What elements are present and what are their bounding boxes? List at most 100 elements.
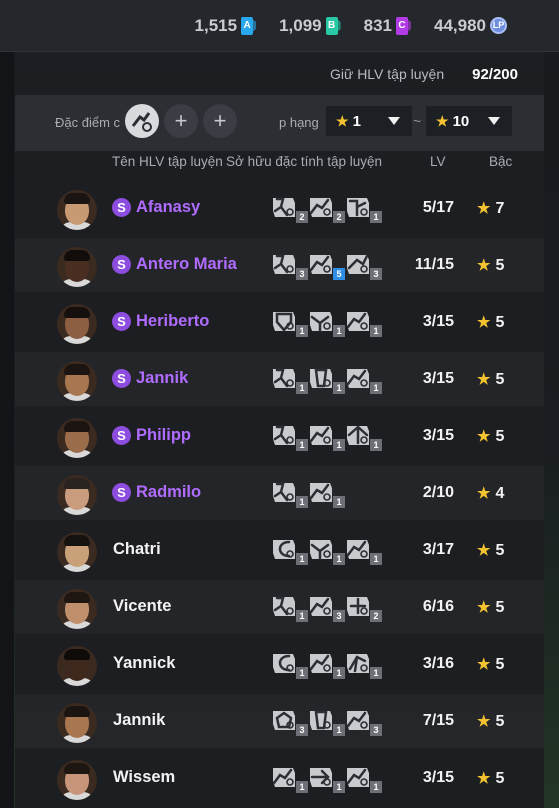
trait-level-badge: 1 [296, 439, 308, 451]
training-trait[interactable]: 1 [308, 478, 345, 508]
dribble-icon [309, 255, 332, 274]
avatar-hair [64, 592, 90, 603]
training-trait[interactable]: 1 [345, 193, 382, 223]
training-trait[interactable]: 3 [345, 250, 382, 280]
coach-traits: 11 [271, 478, 345, 508]
trait-level-badge: 1 [296, 553, 308, 565]
training-trait[interactable]: 1 [271, 364, 308, 394]
coach-grade-value: 5 [495, 713, 505, 730]
currency-b-icon: B [325, 16, 338, 35]
training-trait[interactable]: 1 [271, 478, 308, 508]
coach-traits: 2 2 1 [271, 193, 382, 223]
coach-traits: 3 1 3 [271, 706, 382, 736]
training-trait[interactable]: 3 [345, 706, 382, 736]
trait-level-badge: 1 [333, 325, 345, 337]
star-icon: ★ [477, 428, 491, 445]
star-icon: ★ [477, 542, 491, 559]
coach-avatar [57, 475, 97, 515]
training-trait[interactable]: 1 [308, 364, 345, 394]
kick-icon [273, 482, 295, 502]
coach-traits: 1 3 2 [271, 592, 382, 622]
coach-row[interactable]: Yannick 1 1 1 3/16 ★ 5 [15, 637, 544, 691]
rank-to-select[interactable]: ★ 10 [426, 106, 512, 136]
trait-level-badge: 2 [333, 211, 345, 223]
training-trait[interactable]: 1 [271, 535, 308, 565]
coach-row[interactable]: S Afanasy 2 2 1 5/17 ★ 7 [15, 181, 544, 235]
training-trait[interactable]: 5 [308, 250, 345, 280]
currency-c-icon: C [396, 16, 408, 35]
training-trait[interactable]: 2 [271, 193, 308, 223]
coach-avatar [57, 760, 97, 800]
dribble-icon [309, 654, 332, 673]
coach-row[interactable]: S Jannik 1 1 1 3/15 ★ 5 [15, 352, 544, 406]
coach-name: Philipp [136, 426, 191, 444]
plus-icon: + [213, 108, 227, 133]
header-icon [310, 312, 332, 333]
coach-row[interactable]: Vicente 1 3 2 6/16 ★ 5 [15, 580, 544, 634]
coach-name: Radmilo [136, 483, 202, 501]
dribble-icon [272, 768, 295, 787]
trait-filter-slot-selected[interactable] [125, 104, 159, 138]
training-trait[interactable]: 1 [308, 421, 345, 451]
training-trait[interactable]: 3 [271, 250, 308, 280]
trait-level-badge: 3 [296, 268, 308, 280]
training-trait[interactable]: 1 [345, 763, 382, 793]
coach-level: 3/16 [422, 655, 454, 672]
dribble-icon [309, 597, 332, 616]
trait-filter-label: Đặc điểm c [55, 115, 121, 130]
keeper-icon [347, 597, 369, 616]
trait-filter-add-button[interactable]: + [164, 104, 198, 138]
coach-grade-value: 4 [495, 485, 505, 502]
training-trait[interactable]: 1 [308, 307, 345, 337]
coach-name: Chatri [113, 540, 161, 558]
column-header-grade[interactable]: Bậc [489, 154, 512, 169]
training-trait[interactable]: 1 [308, 649, 345, 679]
training-trait[interactable]: 1 [271, 592, 308, 622]
coach-row[interactable]: Chatri 1 1 1 3/17 ★ 5 [15, 523, 544, 577]
training-trait[interactable]: 1 [271, 763, 308, 793]
column-header-lv[interactable]: LV [430, 154, 446, 169]
trait-level-badge: 1 [370, 211, 382, 223]
kick-icon [273, 425, 295, 445]
training-trait[interactable]: 1 [308, 535, 345, 565]
coach-row[interactable]: S Heriberto 1 1 1 3/15 ★ 5 [15, 295, 544, 349]
training-trait[interactable]: 1 [271, 307, 308, 337]
trait-filter-add-button[interactable]: + [203, 104, 237, 138]
training-trait[interactable]: 1 [308, 763, 345, 793]
coach-row[interactable]: Wissem 1 1 1 3/15 ★ 5 [15, 751, 544, 805]
coach-row[interactable]: S Philipp 1 1 1 3/15 ★ 5 [15, 409, 544, 463]
training-trait[interactable]: 1 [345, 535, 382, 565]
training-trait[interactable]: 1 [271, 649, 308, 679]
training-trait[interactable]: 3 [271, 706, 308, 736]
coach-name: Jannik [113, 711, 166, 729]
trait-level-badge: 5 [333, 268, 345, 280]
column-header-name[interactable]: Tên HLV tập luyện [112, 154, 223, 169]
coach-traits: 3 5 3 [271, 250, 382, 280]
training-trait[interactable]: 2 [308, 193, 345, 223]
avatar-hair [64, 364, 90, 375]
rank-from-select[interactable]: ★ 1 [326, 106, 412, 136]
coach-avatar [57, 418, 97, 458]
training-trait[interactable]: 2 [345, 592, 382, 622]
trait-level-badge: 1 [333, 724, 345, 736]
coach-row[interactable]: Jannik 3 1 3 7/15 ★ 5 [15, 694, 544, 748]
training-trait[interactable]: 1 [345, 421, 382, 451]
training-trait[interactable]: 1 [308, 706, 345, 736]
training-trait[interactable]: 1 [345, 649, 382, 679]
currency-item: 831 C [364, 16, 408, 36]
dribble-icon [346, 768, 369, 787]
trait-level-badge: 1 [370, 382, 382, 394]
currency-value: 831 [363, 15, 392, 35]
trait-level-badge: 3 [296, 724, 308, 736]
training-trait[interactable]: 1 [345, 364, 382, 394]
training-trait[interactable]: 1 [345, 307, 382, 337]
coach-row[interactable]: S Radmilo 1 1 2/10 ★ 4 [15, 466, 544, 520]
training-trait[interactable]: 1 [271, 421, 308, 451]
coach-row[interactable]: S Antero Maria 3 5 3 11/15 ★ 5 [15, 238, 544, 292]
currency-bar: 1,515 A 1,099 B 831 C 44,980 LP [0, 0, 559, 52]
training-trait[interactable]: 3 [308, 592, 345, 622]
trait-level-badge: 1 [333, 382, 345, 394]
trait-level-badge: 2 [296, 211, 308, 223]
coach-traits: 1 1 1 [271, 364, 382, 394]
coach-name: Jannik [136, 369, 189, 387]
